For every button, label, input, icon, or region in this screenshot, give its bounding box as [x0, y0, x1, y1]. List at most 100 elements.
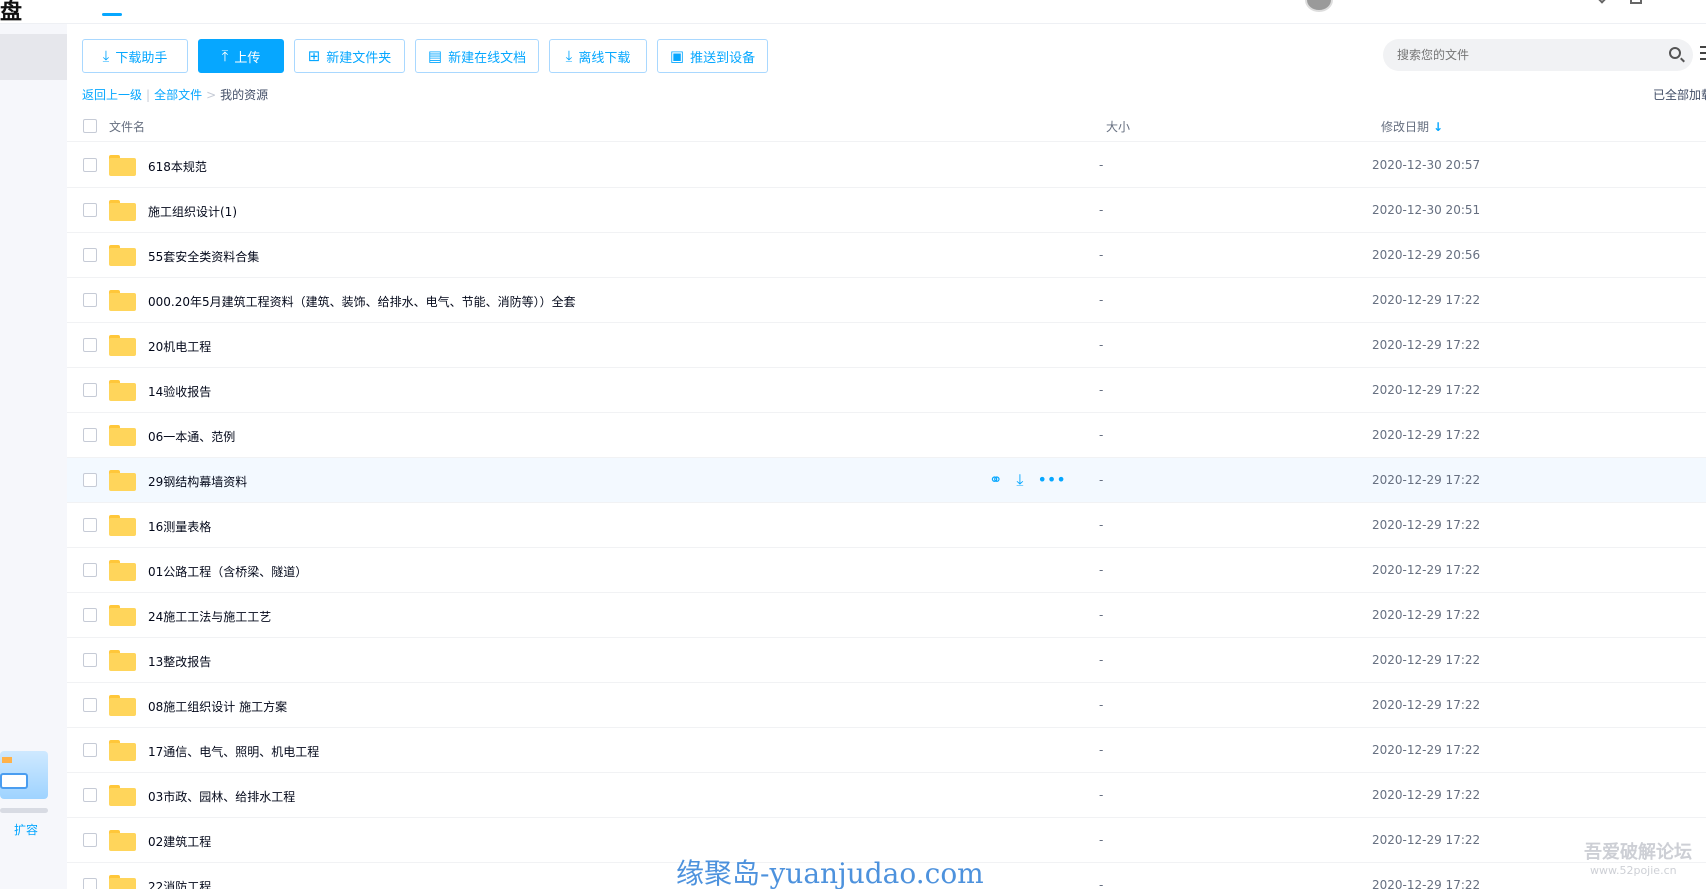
- file-size: -: [1099, 788, 1104, 802]
- download-icon[interactable]: ⤓: [1016, 470, 1023, 490]
- row-checkbox[interactable]: [83, 203, 97, 217]
- table-row[interactable]: 29钢结构幕墙资料 - 2020-12-29 17:22 ⚭ ⤓ •••: [67, 458, 1706, 503]
- row-checkbox[interactable]: [83, 383, 97, 397]
- row-checkbox[interactable]: [83, 293, 97, 307]
- storage-promo-card[interactable]: [0, 751, 48, 799]
- file-name[interactable]: 20机电工程: [148, 338, 211, 355]
- row-checkbox[interactable]: [83, 158, 97, 172]
- current-folder: 我的资源: [220, 88, 269, 102]
- column-modified-header[interactable]: 修改日期 ↓: [1381, 118, 1443, 135]
- table-row[interactable]: 24施工工法与施工工艺 - 2020-12-29 17:22: [67, 593, 1706, 638]
- select-all-checkbox[interactable]: [83, 119, 97, 133]
- file-date: 2020-12-29 17:22: [1372, 608, 1481, 622]
- new-folder-button[interactable]: ⊞ 新建文件夹: [294, 39, 405, 73]
- table-row[interactable]: 618本规范 - 2020-12-30 20:57: [67, 143, 1706, 188]
- row-checkbox[interactable]: [83, 428, 97, 442]
- table-row[interactable]: 03市政、园林、给排水工程 - 2020-12-29 17:22: [67, 773, 1706, 818]
- search-input[interactable]: [1397, 48, 1652, 62]
- row-checkbox[interactable]: [83, 833, 97, 847]
- row-checkbox[interactable]: [83, 473, 97, 487]
- row-checkbox[interactable]: [83, 878, 97, 889]
- table-row[interactable]: 14验收报告 - 2020-12-29 17:22: [67, 368, 1706, 413]
- folder-icon: [109, 425, 136, 446]
- folder-icon: [109, 470, 136, 491]
- file-name[interactable]: 01公路工程（含桥梁、隧道）: [148, 563, 307, 580]
- table-row[interactable]: 08施工组织设计 施工方案 - 2020-12-29 17:22: [67, 683, 1706, 728]
- document-icon: ▤: [427, 46, 443, 65]
- file-date: 2020-12-29 17:22: [1372, 563, 1481, 577]
- avatar[interactable]: [1305, 0, 1333, 12]
- folder-icon: [109, 650, 136, 671]
- upload-button[interactable]: ⤒ 上传: [198, 39, 284, 73]
- file-name[interactable]: 618本规范: [148, 158, 207, 175]
- file-date: 2020-12-29 17:22: [1372, 338, 1481, 352]
- file-name[interactable]: 06一本通、范例: [148, 428, 235, 445]
- file-name[interactable]: 24施工工法与施工工艺: [148, 608, 271, 625]
- file-name[interactable]: 施工组织设计(1): [148, 203, 237, 220]
- sidebar-item-active[interactable]: [0, 34, 67, 80]
- file-name[interactable]: 22消防工程: [148, 878, 211, 889]
- file-name[interactable]: 13整改报告: [148, 653, 211, 670]
- table-row[interactable]: 06一本通、范例 - 2020-12-29 17:22: [67, 413, 1706, 458]
- table-row[interactable]: 000.20年5月建筑工程资料（建筑、装饰、给排水、电气、节能、消防等））全套 …: [67, 278, 1706, 323]
- offline-download-button[interactable]: ⤓ 离线下载: [549, 39, 647, 73]
- file-name[interactable]: 17通信、电气、照明、机电工程: [148, 743, 319, 760]
- row-checkbox[interactable]: [83, 653, 97, 667]
- row-checkbox[interactable]: [83, 248, 97, 262]
- chevron-down-icon[interactable]: [1596, 0, 1608, 4]
- row-checkbox[interactable]: [83, 698, 97, 712]
- file-name[interactable]: 03市政、园林、给排水工程: [148, 788, 295, 805]
- row-checkbox[interactable]: [83, 518, 97, 532]
- storage-box-icon: [0, 773, 28, 789]
- table-row[interactable]: 01公路工程（含桥梁、隧道） - 2020-12-29 17:22: [67, 548, 1706, 593]
- table-row[interactable]: 20机电工程 - 2020-12-29 17:22: [67, 323, 1706, 368]
- row-checkbox[interactable]: [83, 743, 97, 757]
- expand-storage-link[interactable]: 扩容: [14, 821, 38, 838]
- loaded-status: 已全部加载: [1653, 88, 1706, 102]
- file-name[interactable]: 02建筑工程: [148, 833, 211, 850]
- back-link[interactable]: 返回上一级: [82, 86, 142, 103]
- table-row[interactable]: 55套安全类资料合集 - 2020-12-29 20:56: [67, 233, 1706, 278]
- file-name[interactable]: 14验收报告: [148, 383, 211, 400]
- folder-icon: [109, 695, 136, 716]
- top-bar: 盘: [0, 0, 1706, 25]
- column-name-header[interactable]: 文件名: [109, 118, 145, 135]
- active-nav-indicator: [102, 13, 122, 16]
- file-size: -: [1099, 743, 1104, 757]
- new-online-doc-button[interactable]: ▤ 新建在线文档: [415, 39, 539, 73]
- table-row[interactable]: 施工组织设计(1) - 2020-12-30 20:51: [67, 188, 1706, 233]
- push-to-device-button[interactable]: ▣ 推送到设备: [657, 39, 768, 73]
- table-row[interactable]: 16测量表格 - 2020-12-29 17:22: [67, 503, 1706, 548]
- minimize-icon[interactable]: [1630, 0, 1642, 4]
- file-date: 2020-12-29 17:22: [1372, 653, 1481, 667]
- file-size: -: [1099, 383, 1104, 397]
- download-helper-button[interactable]: ⤓ 下载助手: [82, 39, 188, 73]
- file-name[interactable]: 16测量表格: [148, 518, 211, 535]
- file-size: -: [1099, 338, 1104, 352]
- app-logo: 盘: [0, 0, 23, 25]
- row-checkbox[interactable]: [83, 788, 97, 802]
- column-modified-label: 修改日期: [1381, 120, 1430, 134]
- row-checkbox[interactable]: [83, 608, 97, 622]
- table-row[interactable]: 13整改报告 - 2020-12-29 17:22: [67, 638, 1706, 683]
- menu-icon[interactable]: [1700, 46, 1706, 62]
- column-size-header[interactable]: 大小: [1106, 118, 1130, 135]
- search-icon[interactable]: [1669, 47, 1681, 59]
- file-name[interactable]: 55套安全类资料合集: [148, 248, 259, 265]
- watermark: 缘聚岛-yuanjudao.com: [676, 857, 984, 889]
- share-icon[interactable]: ⚭: [989, 470, 1002, 490]
- row-checkbox[interactable]: [83, 563, 97, 577]
- row-checkbox[interactable]: [83, 338, 97, 352]
- file-size: -: [1099, 203, 1104, 217]
- file-name[interactable]: 000.20年5月建筑工程资料（建筑、装饰、给排水、电气、节能、消防等））全套: [148, 293, 576, 310]
- upload-label: 上传: [234, 50, 261, 66]
- file-name[interactable]: 29钢结构幕墙资料: [148, 473, 247, 490]
- file-date: 2020-12-30 20:51: [1372, 203, 1481, 217]
- all-files-link[interactable]: 全部文件: [154, 86, 202, 103]
- file-name[interactable]: 08施工组织设计 施工方案: [148, 698, 287, 715]
- more-icon[interactable]: •••: [1037, 470, 1065, 490]
- table-row[interactable]: 17通信、电气、照明、机电工程 - 2020-12-29 17:22: [67, 728, 1706, 773]
- sidebar: 扩容 •••: [0, 24, 67, 889]
- sort-desc-icon[interactable]: ↓: [1433, 120, 1443, 134]
- download-icon: ⤓: [102, 46, 110, 65]
